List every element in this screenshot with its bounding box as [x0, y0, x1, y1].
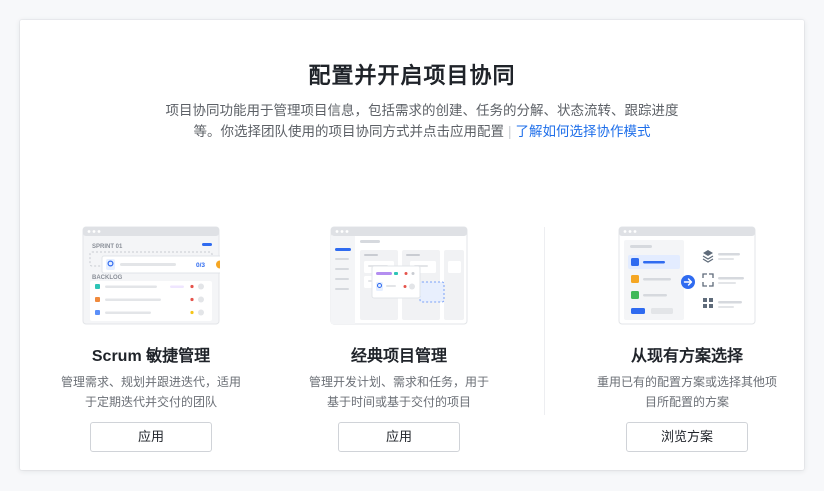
- description-separator: |: [507, 124, 512, 139]
- backlog-label: BACKLOG: [92, 275, 123, 281]
- browse-schemes-button[interactable]: 浏览方案: [626, 422, 748, 452]
- sprint-label: SPRINT 01: [92, 244, 123, 250]
- option-existing-scheme: 从现有方案选择 重用已有的配置方案或选择其他项目所配置的方案 浏览方案: [557, 225, 817, 465]
- existing-scheme-illustration: [618, 226, 756, 325]
- learn-collaboration-mode-link[interactable]: 了解如何选择协作模式: [516, 124, 651, 139]
- option-description: 管理开发计划、需求和任务，用于基于时间或基于交付的项目: [309, 375, 490, 409]
- page-description: 项目协同功能用于管理项目信息，包括需求的创建、任务的分解、状态流转、跟踪进度等。…: [160, 100, 684, 142]
- option-description: 管理需求、规划并跟进迭代，适用于定期迭代并交付的团队: [61, 375, 242, 409]
- option-title: Scrum 敏捷管理: [91, 348, 211, 365]
- page-title: 配置并开启项目协同: [308, 63, 516, 88]
- classic-illustration: [330, 226, 468, 325]
- scrum-illustration: SPRINT 01 0/3 BACKLOG: [82, 226, 220, 325]
- setup-card: 配置并开启项目协同 项目协同功能用于管理项目信息，包括需求的创建、任务的分解、状…: [20, 20, 804, 470]
- option-title: 经典项目管理: [350, 348, 447, 365]
- apply-classic-button[interactable]: 应用: [338, 422, 460, 452]
- option-classic: 经典项目管理 管理开发计划、需求和任务，用于基于时间或基于交付的项目 应用: [269, 225, 529, 465]
- apply-scrum-button[interactable]: 应用: [90, 422, 212, 452]
- option-title: 从现有方案选择: [630, 348, 743, 365]
- backlog-counter: 0/3: [196, 262, 205, 269]
- option-divider: [544, 227, 545, 415]
- option-description: 重用已有的配置方案或选择其他项目所配置的方案: [597, 375, 778, 409]
- option-scrum: SPRINT 01 0/3 BACKLOG Scrum 敏捷管理 管理需求、规划…: [21, 225, 281, 465]
